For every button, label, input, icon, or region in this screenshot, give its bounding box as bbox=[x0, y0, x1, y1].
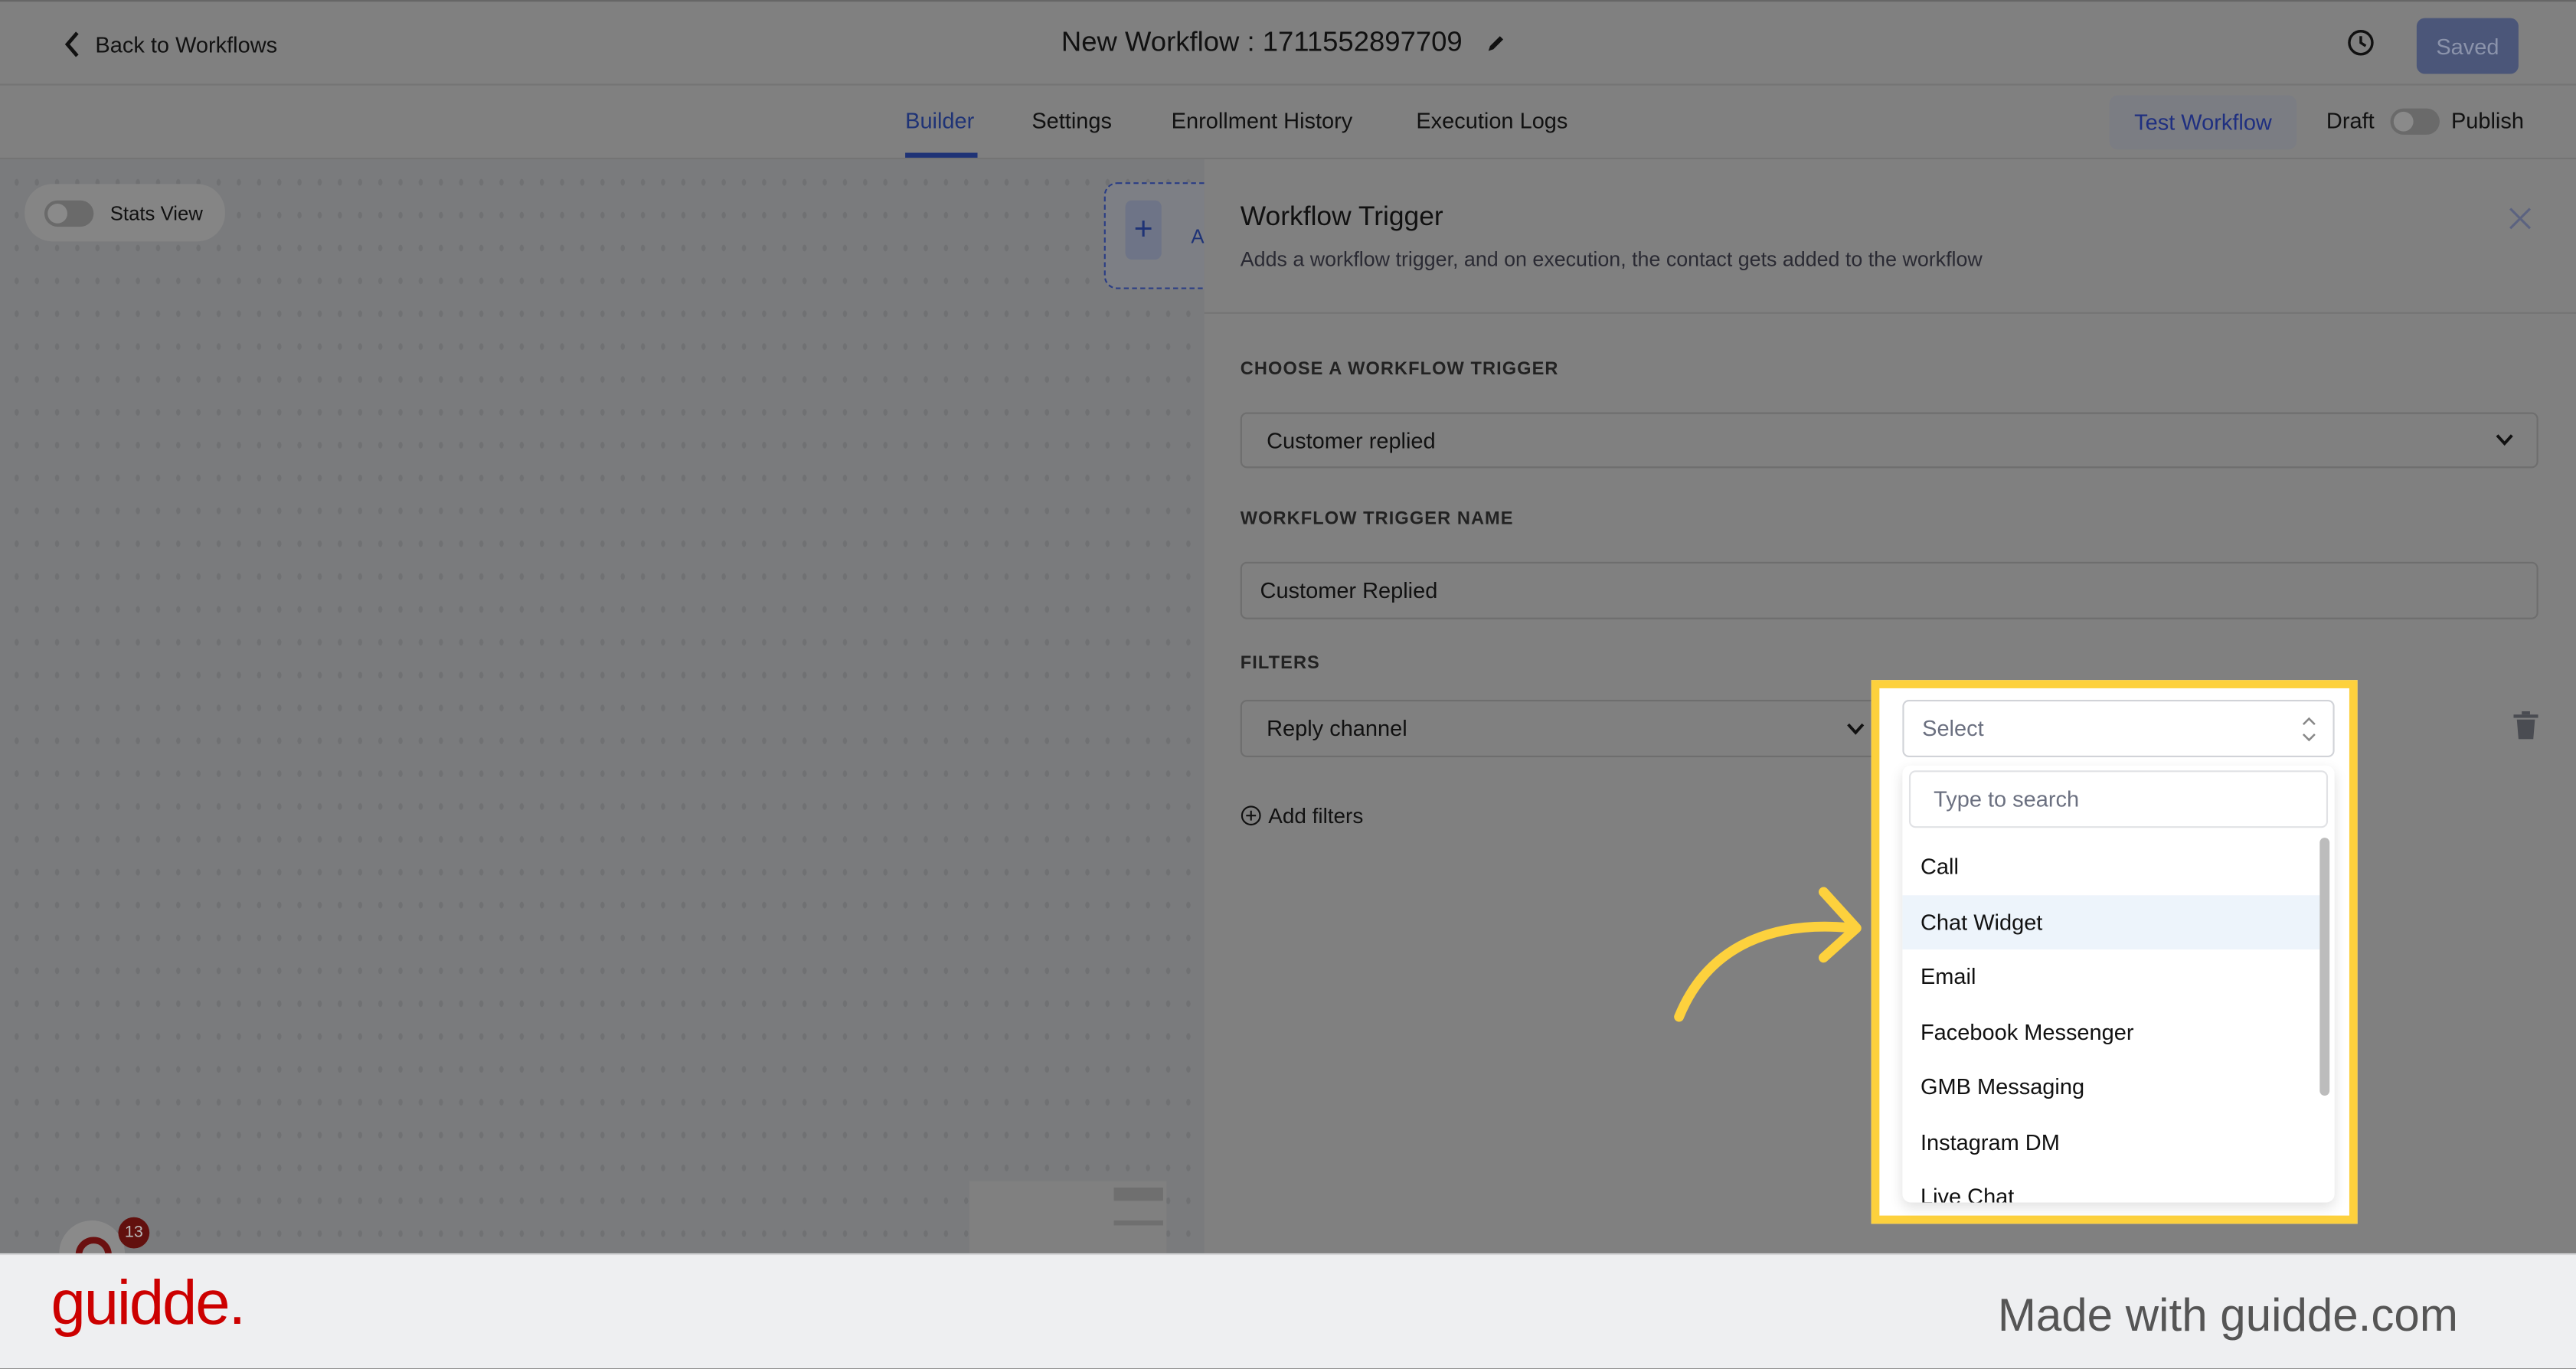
tab-settings[interactable]: Settings bbox=[1031, 109, 1112, 133]
close-icon[interactable] bbox=[2509, 207, 2532, 230]
tab-builder[interactable]: Builder bbox=[905, 109, 974, 133]
plus-circle-icon bbox=[1241, 805, 1261, 826]
stats-view-label: Stats View bbox=[110, 201, 203, 224]
workflow-title: New Workflow : 1711552897709 bbox=[1061, 26, 1463, 58]
guidde-logo: guidde. bbox=[51, 1269, 247, 1339]
filter-field-select[interactable]: Reply channel bbox=[1240, 699, 1890, 758]
made-with-text: Made with guidde.com bbox=[1997, 1289, 2458, 1341]
sort-chevrons-icon bbox=[2302, 717, 2316, 742]
option-email[interactable]: Email bbox=[1902, 949, 2323, 1004]
filters-label: FILTERS bbox=[1240, 653, 1320, 674]
guidde-footer: guidde. Made with guidde.com bbox=[0, 1253, 2576, 1369]
tab-bar: Builder Settings Enrollment History Exec… bbox=[0, 86, 2576, 160]
panel-title: Workflow Trigger bbox=[1240, 201, 1443, 232]
add-filters-label: Add filters bbox=[1268, 803, 1364, 828]
option-call[interactable]: Call bbox=[1902, 839, 2323, 894]
draft-label: Draft bbox=[2326, 108, 2375, 133]
chevron-down-icon bbox=[2496, 434, 2513, 446]
trigger-name-label: WORKFLOW TRIGGER NAME bbox=[1240, 509, 1514, 529]
publish-toggle[interactable] bbox=[2390, 108, 2440, 135]
option-chat-widget[interactable]: Chat Widget bbox=[1902, 895, 2323, 950]
workflow-canvas[interactable]: Stats View + A 13 bbox=[0, 159, 1219, 1270]
filter-value-select[interactable]: Select bbox=[1902, 699, 2335, 758]
add-filters-button[interactable]: Add filters bbox=[1241, 803, 1364, 828]
history-icon[interactable] bbox=[2346, 28, 2376, 57]
search-placeholder: Type to search bbox=[1934, 786, 2080, 812]
chevron-down-icon bbox=[1847, 723, 1865, 735]
minimap[interactable] bbox=[969, 1181, 1167, 1253]
trash-icon[interactable] bbox=[2513, 711, 2538, 740]
option-gmb-messaging[interactable]: GMB Messaging bbox=[1902, 1060, 2323, 1114]
publish-label: Publish bbox=[2450, 108, 2524, 133]
filter-value-placeholder: Select bbox=[1922, 716, 1984, 741]
test-workflow-button[interactable]: Test Workflow bbox=[2109, 95, 2297, 150]
pencil-icon[interactable] bbox=[1486, 32, 1507, 54]
chevron-left-icon bbox=[64, 31, 79, 57]
plus-icon: + bbox=[1125, 200, 1162, 260]
notification-badge: 13 bbox=[118, 1217, 150, 1249]
active-tab-underline bbox=[905, 152, 978, 158]
back-label: Back to Workflows bbox=[95, 31, 278, 57]
dropdown-search-input[interactable]: Type to search bbox=[1908, 770, 2329, 828]
stats-view-switch[interactable] bbox=[44, 199, 94, 226]
tab-execution-logs[interactable]: Execution Logs bbox=[1416, 109, 1568, 133]
pointer-arrow-icon bbox=[1674, 887, 1862, 1022]
back-button[interactable]: Back to Workflows bbox=[63, 30, 278, 60]
option-live-chat[interactable]: Live Chat bbox=[1902, 1170, 2323, 1203]
panel-divider bbox=[1204, 312, 2576, 314]
trigger-select[interactable]: Customer replied bbox=[1240, 412, 2538, 469]
option-instagram-dm[interactable]: Instagram DM bbox=[1902, 1116, 2323, 1170]
trigger-name-input[interactable]: Customer Replied bbox=[1240, 561, 2538, 619]
tab-enrollment-history[interactable]: Enrollment History bbox=[1172, 109, 1353, 133]
dropdown-scrollbar[interactable] bbox=[2319, 838, 2330, 1096]
add-trigger-label: A bbox=[1191, 224, 1205, 248]
trigger-name-value: Customer Replied bbox=[1260, 578, 1438, 603]
filter-field-value: Reply channel bbox=[1267, 716, 1407, 741]
panel-subtitle: Adds a workflow trigger, and on executio… bbox=[1240, 247, 1983, 271]
top-header: Back to Workflows New Workflow : 1711552… bbox=[0, 0, 2576, 86]
trigger-label: CHOOSE A WORKFLOW TRIGGER bbox=[1240, 359, 1559, 380]
stats-view-toggle[interactable]: Stats View bbox=[25, 184, 225, 242]
add-trigger-node[interactable]: + A bbox=[1103, 182, 1219, 289]
option-facebook-messenger[interactable]: Facebook Messenger bbox=[1902, 1005, 2323, 1060]
dropdown-menu: Type to search Call Chat Widget Email Fa… bbox=[1902, 765, 2335, 1203]
trigger-select-value: Customer replied bbox=[1267, 427, 1436, 453]
saved-button[interactable]: Saved bbox=[2416, 18, 2519, 74]
